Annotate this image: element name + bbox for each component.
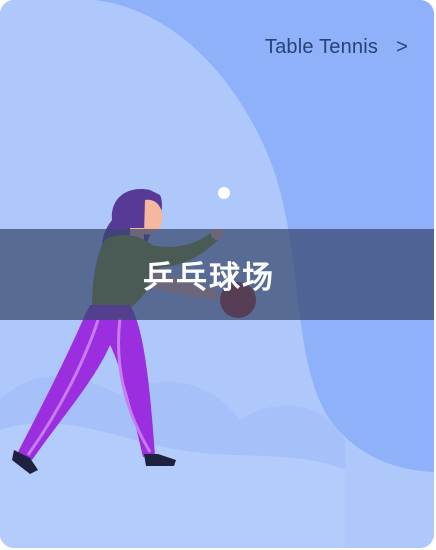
category-link[interactable]: Table Tennis > [265, 36, 408, 59]
venue-title: 乒乓球场 [143, 260, 275, 296]
venue-card[interactable]: Table Tennis > 乒乓球场 [0, 0, 434, 548]
category-label: Table Tennis [264, 36, 379, 58]
title-banner: 乒乓球场 [0, 229, 434, 320]
chevron-right-icon: > [396, 36, 408, 58]
ball-icon [218, 187, 230, 199]
